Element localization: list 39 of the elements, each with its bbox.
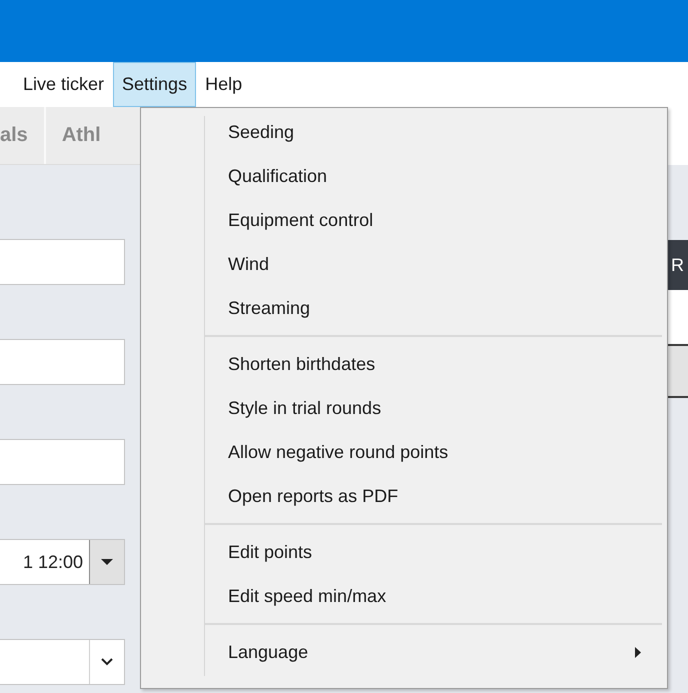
menu-entry-label: Shorten birthdates [228,354,376,374]
menu-entry[interactable]: Wind [141,242,667,286]
datetime-value: 1 12:00 [22,552,84,572]
table-row [668,290,688,346]
menu-entry-label: Edit speed min/max [228,586,388,606]
menu-entry-label: Edit points [228,542,314,562]
menu-entry[interactable]: Allow negative round points [141,430,667,474]
menu-entry-label: Seeding [228,122,296,142]
datetime-field[interactable]: 1 12:00 [0,539,125,585]
submenu-arrow-icon [635,646,641,658]
menu-entry-label: Language [228,642,310,662]
menu-entry-label: Streaming [228,298,312,318]
input-field[interactable] [0,339,125,385]
menu-entry[interactable]: Seeding [141,110,667,154]
menu-entry[interactable]: Equipment control [141,198,667,242]
menu-entry[interactable]: Language [141,630,667,674]
menu-item[interactable]: Live ticker [14,62,114,107]
menu-entry-label: Open reports as PDF [228,486,400,506]
menu-entry[interactable]: Open reports as PDF [141,474,667,518]
menu-entry-label: Allow negative round points [228,442,450,462]
menu-item[interactable]: Settings [113,62,196,107]
menu-entry[interactable]: Streaming [141,286,667,330]
menu-entry-label: Style in trial rounds [228,398,382,418]
menu-entry[interactable]: Edit points [141,530,667,574]
table-header: R [668,240,688,290]
input-field[interactable] [0,239,125,285]
caret-icon [101,558,113,566]
menu-entry[interactable]: Shorten birthdates [141,342,667,386]
menu-entry-label: Qualification [228,166,328,186]
combo-box[interactable] [0,639,125,685]
menu-entry[interactable]: Qualification [141,154,667,198]
input-field[interactable] [0,439,125,485]
dropdown-button[interactable] [89,540,124,584]
menu-entry-label: Equipment control [228,210,374,230]
chevron-icon [101,658,113,666]
menu-item[interactable]: Help [196,62,252,107]
menu-entry[interactable]: Edit speed min/max [141,574,667,618]
menu-entry-label: Wind [228,254,270,274]
menu-entry[interactable]: Style in trial rounds [141,386,667,430]
